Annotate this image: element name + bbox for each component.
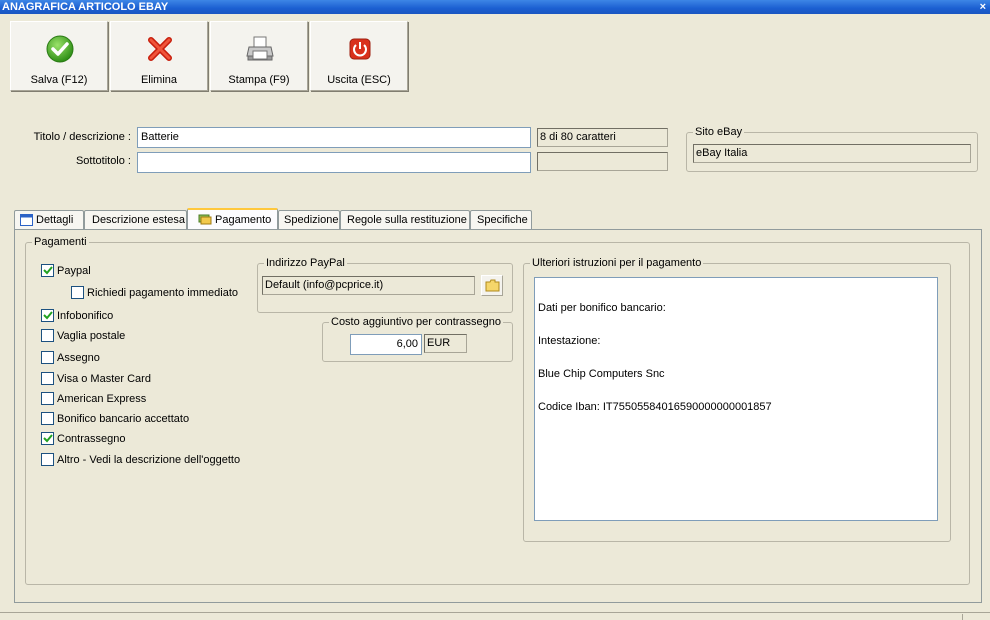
ebay-site-value: eBay Italia [693,144,971,163]
cod-cost-label: Costo aggiuntivo per contrassegno [329,315,503,329]
title-char-counter: 8 di 80 caratteri [537,128,668,147]
folder-icon [485,279,500,292]
payments-group-label: Pagamenti [32,235,89,249]
payment-icon [198,214,212,225]
paypal-address-value: Default (info@pcprice.it) [262,276,475,295]
checkbox-american-express-label: American Express [57,393,147,405]
paypal-address-group: Indirizzo PayPal Default (info@pcprice.i… [257,256,513,313]
checkbox-bonifico-bancario-box[interactable] [41,412,54,425]
checkbox-vaglia-postale-label: Vaglia postale [57,330,126,342]
instructions-line: Intestazione: [538,335,601,347]
close-icon[interactable]: × [980,0,986,14]
instructions-line: Blue Chip Computers Snc [538,368,665,380]
checkbox-visa-mastercard-box[interactable] [41,372,54,385]
checkbox-altro-box[interactable] [41,453,54,466]
title-label: Titolo / descrizione : [33,131,131,143]
checkbox-american-express-box[interactable] [41,392,54,405]
payment-instructions-textarea[interactable]: Dati per bonifico bancario: Intestazione… [534,277,938,521]
subtitle-label: Sottotitolo : [75,155,131,167]
checkbox-pagamento-immediato-box[interactable] [71,286,84,299]
tab-spedizione-label: Spedizione [284,214,339,226]
subtitle-char-counter [537,152,668,171]
tab-spedizione[interactable]: Spedizione [278,210,340,230]
window-icon [20,214,33,226]
delete-button[interactable]: Elimina [110,21,208,91]
subtitle-input[interactable] [137,152,531,173]
tab-pagamento[interactable]: Pagamento [187,208,278,231]
checkmark-icon [43,266,53,275]
exit-button[interactable]: Uscita (ESC) [310,21,408,91]
save-button-label: Salva (F12) [30,74,88,86]
toolbar: Salva (F12) Elimina Stampa (F9) Uscita (… [0,14,990,98]
x-icon [148,37,172,61]
checkbox-assegno-box[interactable] [41,351,54,364]
paypal-address-label: Indirizzo PayPal [264,256,347,270]
payment-instructions-group: Ulteriori istruzioni per il pagamento Da… [523,256,951,542]
window-titlebar: ANAGRAFICA ARTICOLO EBAY × [0,0,990,14]
payment-instructions-label: Ulteriori istruzioni per il pagamento [530,256,704,270]
checkbox-bonifico-bancario-label: Bonifico bancario accettato [57,413,190,425]
checkbox-contrassegno-box[interactable] [41,432,54,445]
checkbox-pagamento-immediato-label: Richiedi pagamento immediato [87,287,239,299]
checkbox-vaglia-postale-box[interactable] [41,329,54,342]
title-input[interactable]: Batterie [137,127,531,148]
cod-cost-group: Costo aggiuntivo per contrassegno 6,00 E… [322,315,513,362]
ebay-site-group: Sito eBay eBay Italia [686,125,978,172]
tab-regole-restituzione-label: Regole sulla restituzione [347,214,467,226]
checkmark-icon [43,311,53,320]
tab-dettagli[interactable]: Dettagli [14,210,84,230]
checkbox-paypal-box[interactable] [41,264,54,277]
checkmark-icon [43,434,53,443]
save-button[interactable]: Salva (F12) [10,21,108,91]
checkbox-altro-label: Altro - Vedi la descrizione dell'oggetto [57,454,241,466]
ebay-site-label: Sito eBay [693,125,745,139]
status-bar-separator [962,614,963,620]
tab-descrizione-estesa-label: Descrizione estesa [92,214,185,226]
instructions-line: Codice Iban: IT7550558401659000000000185… [538,401,772,413]
status-bar [0,612,990,620]
instructions-line: Dati per bonifico bancario: [538,302,666,314]
tab-panel-pagamento: Pagamenti Paypal Richiedi pagamento imme… [14,229,982,603]
tab-descrizione-estesa[interactable]: Descrizione estesa [84,210,187,230]
printer-icon [246,36,274,61]
delete-button-label: Elimina [140,74,178,86]
browse-folder-button[interactable] [481,275,503,296]
checkbox-infobonifico-box[interactable] [41,309,54,322]
checkbox-assegno-label: Assegno [57,352,100,364]
checkbox-contrassegno-label: Contrassegno [57,433,126,445]
exit-button-label: Uscita (ESC) [327,74,391,86]
tab-regole-restituzione[interactable]: Regole sulla restituzione [340,210,470,230]
cod-currency: EUR [424,334,467,353]
print-button[interactable]: Stampa (F9) [210,21,308,91]
cod-amount-input[interactable]: 6,00 [350,334,422,355]
power-icon [349,38,371,60]
payments-group: Pagamenti Paypal Richiedi pagamento imme… [25,235,970,585]
tab-pagamento-label: Pagamento [215,214,272,226]
checkbox-infobonifico-label: Infobonifico [57,310,114,322]
check-icon [46,35,74,63]
tab-specifiche-label: Specifiche [477,214,528,226]
print-button-label: Stampa (F9) [228,74,290,86]
tab-dettagli-label: Dettagli [36,214,74,226]
checkbox-paypal-label: Paypal [57,265,91,277]
window-title: ANAGRAFICA ARTICOLO EBAY [2,1,169,13]
checkbox-visa-mastercard-label: Visa o Master Card [57,373,151,385]
tab-specifiche[interactable]: Specifiche [470,210,532,230]
